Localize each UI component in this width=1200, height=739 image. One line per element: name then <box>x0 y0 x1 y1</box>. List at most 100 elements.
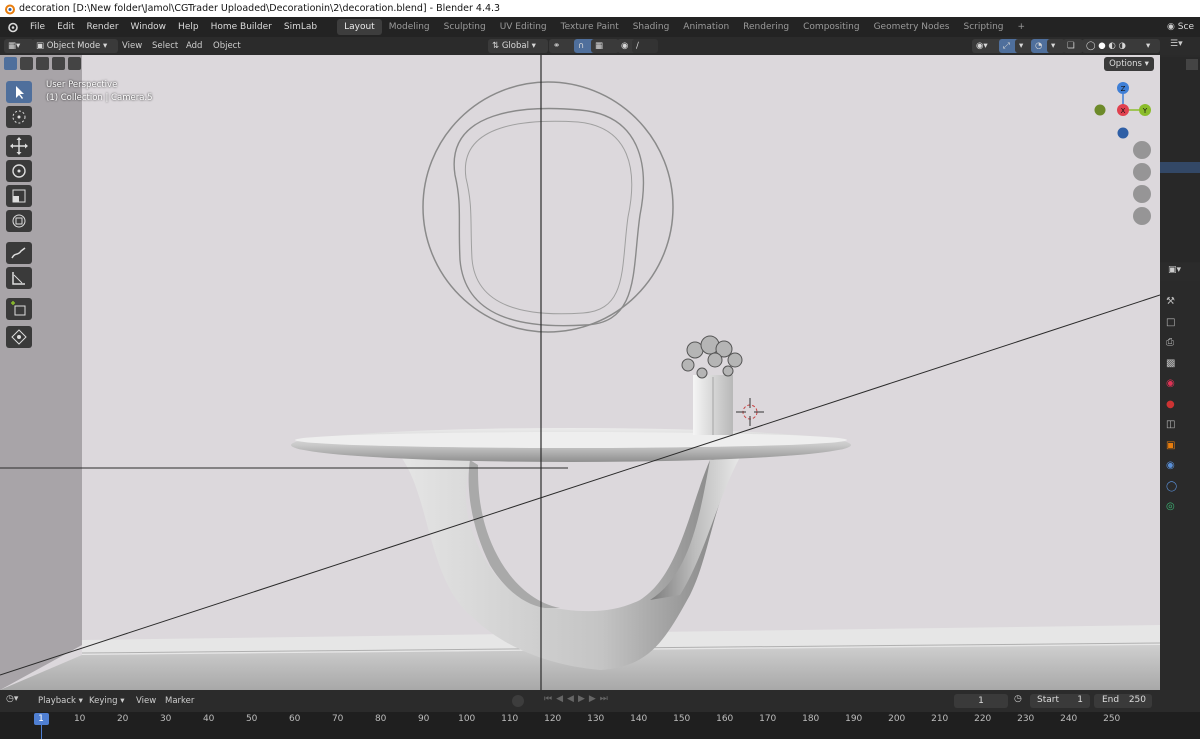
navigation-gizmo[interactable]: Z Y X <box>1090 75 1156 145</box>
marker-menu[interactable]: Marker <box>165 694 194 708</box>
menu-render[interactable]: Render <box>81 22 125 32</box>
tab-uv-editing[interactable]: UV Editing <box>493 19 554 35</box>
select-new-icon[interactable] <box>4 57 17 70</box>
zoom-icon[interactable] <box>1133 141 1151 159</box>
current-frame-field[interactable]: 1 <box>954 694 1008 708</box>
snap-target-button[interactable]: ▦ <box>591 39 619 53</box>
frame-label: 180 <box>802 714 820 724</box>
select-invert-icon[interactable] <box>52 57 65 70</box>
3d-viewport[interactable]: User Perspective (1) Collection | Camera… <box>0 55 1160 690</box>
pivot-point-button[interactable]: ⚭ <box>549 39 577 53</box>
menu-simlab[interactable]: SimLab <box>278 22 323 32</box>
jump-end-icon[interactable]: ⏭ <box>600 694 612 704</box>
properties-editor-icon[interactable]: ▣▾ <box>1168 265 1181 275</box>
data-properties-icon[interactable]: ◎ <box>1166 497 1177 518</box>
render-properties-icon[interactable]: □ <box>1166 313 1177 334</box>
scene-properties-icon[interactable]: ◉ <box>1166 374 1177 395</box>
chevron-down-icon: ▾ <box>1051 41 1056 51</box>
object-menu[interactable]: Object <box>213 39 241 53</box>
next-key-icon[interactable]: ▶ <box>589 694 600 704</box>
material-shading-icon[interactable]: ◐ <box>1108 41 1115 51</box>
wireframe-shading-icon[interactable]: ◯ <box>1086 41 1096 51</box>
add-cube-tool[interactable] <box>6 298 32 320</box>
keying-menu[interactable]: Keying ▾ <box>89 694 125 708</box>
falloff-button[interactable]: ∕ <box>632 39 658 53</box>
menu-window[interactable]: Window <box>125 22 173 32</box>
scene-selector-icon[interactable]: ◉ <box>1167 22 1175 32</box>
select-intersect-icon[interactable] <box>68 57 81 70</box>
transform-orientation-selector[interactable]: ⇅ Global ▾ <box>488 39 548 53</box>
mode-selector[interactable]: ▣ Object Mode ▾ <box>32 39 118 53</box>
select-extend-icon[interactable] <box>20 57 33 70</box>
outliner-area[interactable] <box>1160 57 1200 262</box>
start-frame-field[interactable]: Start 1 <box>1030 694 1090 708</box>
tab-modeling[interactable]: Modeling <box>382 19 437 35</box>
tab-rendering[interactable]: Rendering <box>736 19 796 35</box>
menu-edit[interactable]: Edit <box>51 22 80 32</box>
select-menu[interactable]: Select <box>152 39 178 53</box>
add-menu[interactable]: Add <box>186 39 202 53</box>
solid-shading-icon[interactable]: ● <box>1098 41 1105 51</box>
tab-layout[interactable]: Layout <box>337 19 382 35</box>
ruler-icon <box>12 272 25 285</box>
menu-home-builder[interactable]: Home Builder <box>205 22 278 32</box>
outliner-filter-icon[interactable] <box>1186 59 1198 70</box>
editor-type-button[interactable]: ▦▾ <box>4 39 34 53</box>
shear-tool[interactable] <box>6 326 32 348</box>
options-button[interactable]: Options ▾ <box>1104 57 1154 71</box>
tab-animation[interactable]: Animation <box>676 19 736 35</box>
playback-menu[interactable]: Playback ▾ <box>38 694 83 708</box>
measure-tool[interactable] <box>6 267 32 289</box>
view-layer-properties-icon[interactable]: ▩ <box>1166 354 1177 375</box>
outliner-editor-icon[interactable]: ☰▾ <box>1170 39 1183 49</box>
view-menu[interactable]: View <box>122 39 142 53</box>
play-icon[interactable]: ▶ <box>578 694 589 704</box>
select-subtract-icon[interactable] <box>36 57 49 70</box>
object-properties-icon[interactable]: ▣ <box>1166 436 1177 457</box>
collection-properties-icon[interactable]: ◫ <box>1166 415 1177 436</box>
transform-tool[interactable] <box>6 210 32 232</box>
end-frame-field[interactable]: End 250 <box>1094 694 1152 708</box>
tab-shading[interactable]: Shading <box>626 19 677 35</box>
scale-tool[interactable] <box>6 185 32 207</box>
move-tool[interactable] <box>6 135 32 157</box>
physics-properties-icon[interactable]: ◯ <box>1166 477 1177 498</box>
outliner-selected-row[interactable] <box>1160 162 1200 173</box>
scene-selector[interactable]: Sce <box>1178 22 1194 32</box>
play-reverse-icon[interactable]: ◀ <box>567 694 578 704</box>
add-cube-icon <box>11 301 26 316</box>
hand-pan-icon[interactable] <box>1133 163 1151 181</box>
shading-dropdown[interactable]: ▾ <box>1142 39 1160 53</box>
grid-icon: ▦ <box>595 41 604 51</box>
menu-file[interactable]: File <box>24 22 51 32</box>
magnet-icon: ∩ <box>578 41 585 51</box>
timeline-editor-icon[interactable]: ◷▾ <box>6 694 18 704</box>
blender-menu-icon[interactable] <box>2 19 24 35</box>
prev-key-icon[interactable]: ◀ <box>556 694 567 704</box>
annotate-tool[interactable] <box>6 242 32 264</box>
tool-properties-icon[interactable]: ⚒ <box>1166 292 1177 313</box>
add-workspace-button[interactable]: + <box>1011 19 1033 35</box>
output-properties-icon[interactable]: ⎙ <box>1166 333 1177 354</box>
clock-icon[interactable]: ◷ <box>1014 694 1022 704</box>
xray-toggle[interactable]: ❏ <box>1063 39 1083 53</box>
tab-texture-paint[interactable]: Texture Paint <box>554 19 626 35</box>
cursor-tool[interactable] <box>6 106 32 128</box>
select-box-tool[interactable] <box>6 81 32 103</box>
tab-compositing[interactable]: Compositing <box>796 19 866 35</box>
tab-sculpting[interactable]: Sculpting <box>437 19 493 35</box>
rendered-shading-icon[interactable]: ◑ <box>1118 41 1125 51</box>
menu-help[interactable]: Help <box>172 22 205 32</box>
world-properties-icon[interactable]: ● <box>1166 395 1177 416</box>
modifier-properties-icon[interactable]: ◉ <box>1166 456 1177 477</box>
perspective-toggle-icon[interactable] <box>1133 207 1151 225</box>
timeline-view-menu[interactable]: View <box>136 694 156 708</box>
shading-modes[interactable]: ◯ ● ◐ ◑ <box>1082 39 1148 53</box>
frame-label: 240 <box>1060 714 1078 724</box>
rotate-tool[interactable] <box>6 160 32 182</box>
auto-keying-icon[interactable] <box>512 695 524 707</box>
tab-scripting[interactable]: Scripting <box>956 19 1010 35</box>
camera-view-icon[interactable] <box>1133 185 1151 203</box>
tab-geometry-nodes[interactable]: Geometry Nodes <box>867 19 957 35</box>
jump-start-icon[interactable]: ⏮ <box>544 694 556 704</box>
